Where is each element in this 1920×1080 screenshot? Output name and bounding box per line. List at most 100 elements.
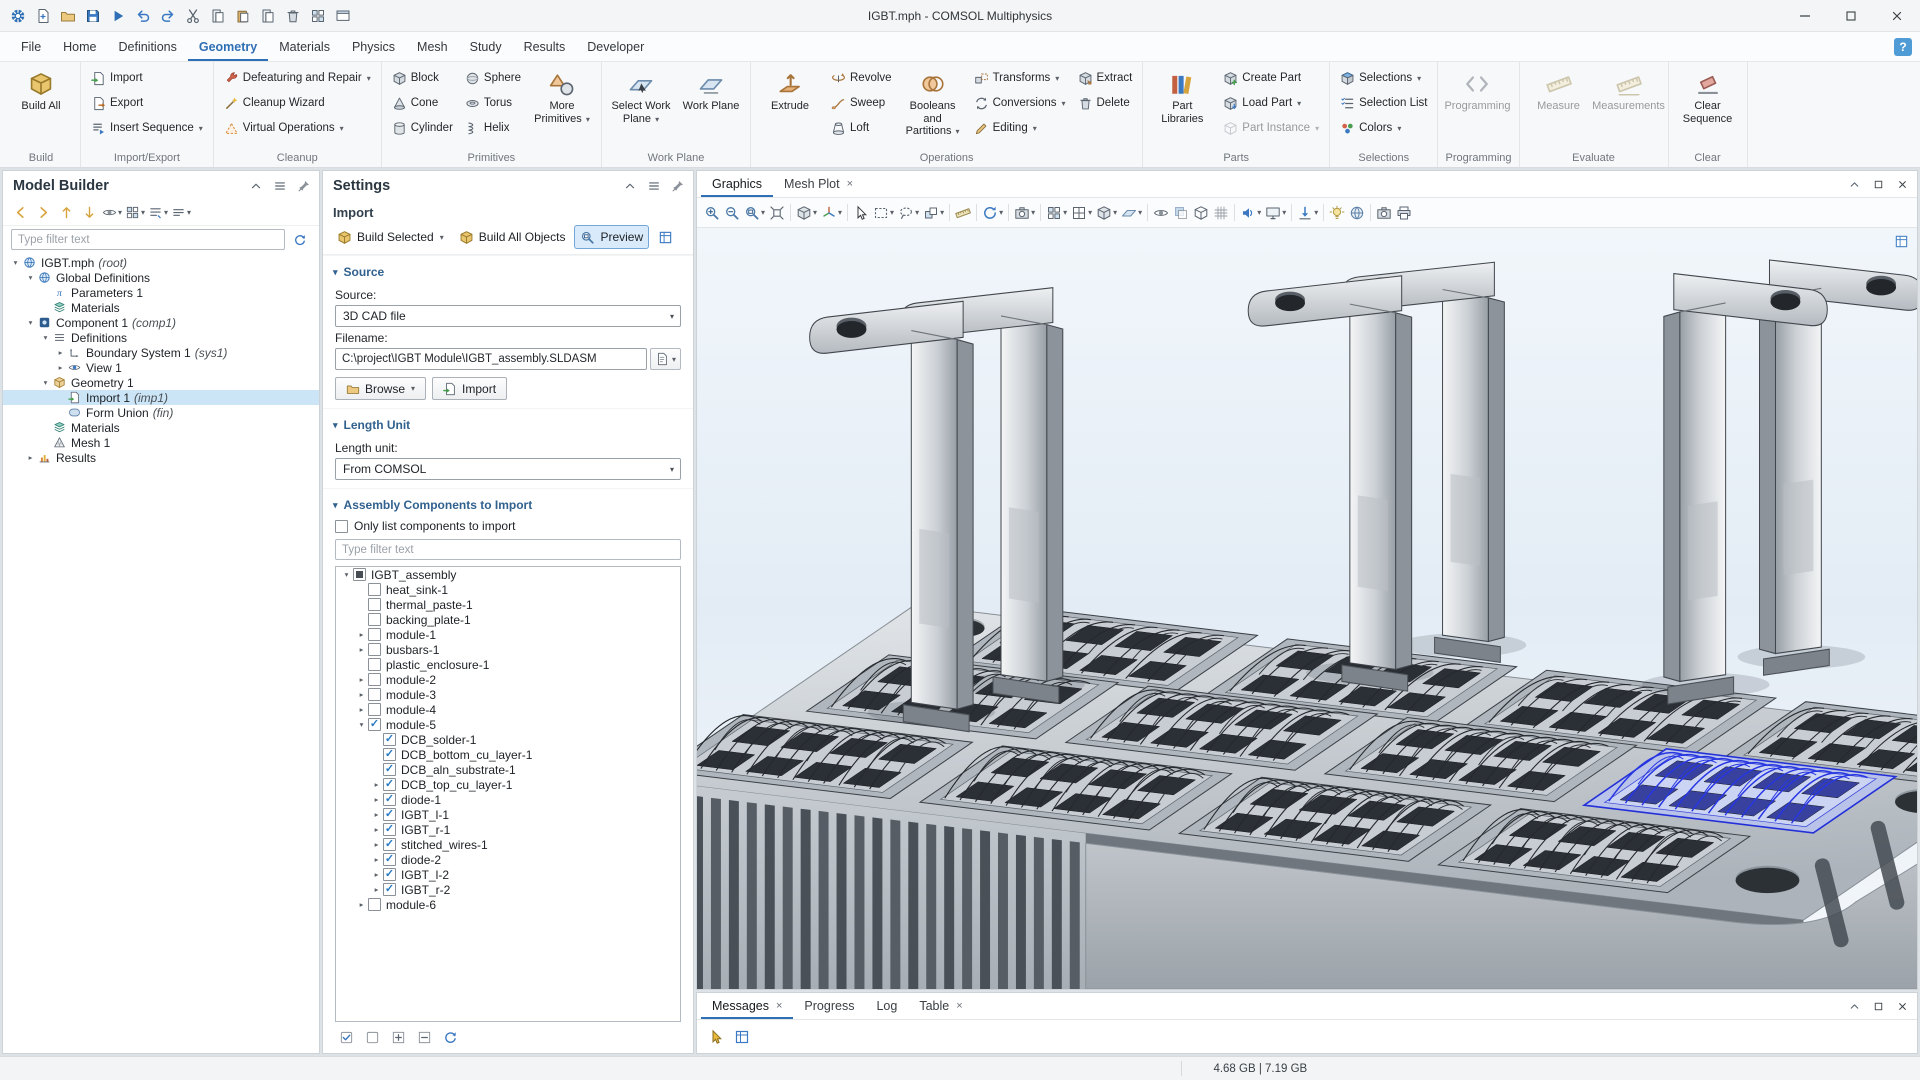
expander-icon[interactable]: ▸: [370, 795, 383, 804]
menu-tab-physics[interactable]: Physics: [341, 32, 406, 61]
refresh-list-button[interactable]: [439, 1027, 461, 1047]
assembly-item-igbt-assembly[interactable]: ▾IGBT_assembly: [336, 567, 680, 582]
clear-sequence-button[interactable]: Clear Sequence: [1674, 66, 1742, 144]
close-tab-icon[interactable]: ×: [776, 1000, 782, 1012]
checkbox[interactable]: [368, 643, 381, 656]
tree-item-geometry-1[interactable]: ▾Geometry 1: [3, 375, 319, 390]
copy-image-button[interactable]: ▾: [1012, 201, 1037, 225]
tab-log[interactable]: Log: [865, 993, 908, 1019]
select-tool-button[interactable]: [851, 201, 871, 225]
lasso-select-button[interactable]: ▾: [896, 201, 921, 225]
compute-button[interactable]: [106, 4, 130, 28]
node-options-button[interactable]: ▾: [147, 202, 169, 222]
help-icon[interactable]: ?: [1894, 38, 1912, 56]
nav-back-button[interactable]: [9, 202, 31, 222]
load-part-button[interactable]: Load Part▾: [1218, 91, 1324, 115]
collapse-head-button[interactable]: [245, 176, 267, 196]
import-button[interactable]: Import: [432, 377, 507, 400]
tree-item-igbt-mph[interactable]: ▾IGBT.mph(root): [3, 255, 319, 270]
measure-button[interactable]: [953, 201, 973, 225]
colors-button[interactable]: Colors▾: [1335, 116, 1432, 140]
collapse-panel-button[interactable]: [1843, 174, 1865, 194]
insert-sequence-button[interactable]: Insert Sequence▾: [86, 116, 208, 140]
cleanup-wizard-button[interactable]: Cleanup Wizard: [219, 91, 376, 115]
transparency-button[interactable]: [1171, 201, 1191, 225]
model-filter-input[interactable]: [11, 229, 285, 250]
checkbox[interactable]: [368, 673, 381, 686]
browse-button[interactable]: Browse▾: [335, 377, 426, 400]
expander-icon[interactable]: ▾: [39, 378, 52, 387]
booleans-and-partitions-button[interactable]: Booleans and Partitions ▾: [899, 66, 967, 144]
nav-forward-button[interactable]: [32, 202, 54, 222]
revolve-button[interactable]: Revolve: [826, 66, 897, 90]
source-select[interactable]: 3D CAD file▾: [335, 305, 681, 327]
length-unit-section-header[interactable]: ▾Length Unit: [323, 409, 693, 437]
checkbox[interactable]: [383, 883, 396, 896]
work-plane-button[interactable]: Work Plane: [677, 66, 745, 144]
tree-item-materials[interactable]: Materials: [3, 300, 319, 315]
delete-node-button[interactable]: [281, 4, 305, 28]
source-section-header[interactable]: ▾Source: [323, 256, 693, 284]
expander-icon[interactable]: ▾: [39, 333, 52, 342]
assembly-item-diode-1[interactable]: ▸diode-1: [336, 792, 680, 807]
tree-item-component-1[interactable]: ▾Component 1(comp1): [3, 315, 319, 330]
checkbox[interactable]: [353, 568, 366, 581]
move-up-button[interactable]: [55, 202, 77, 222]
expander-icon[interactable]: ▾: [24, 318, 37, 327]
close-tab-icon[interactable]: ×: [847, 178, 853, 190]
assembly-item-igbt-l-1[interactable]: ▸IGBT_l-1: [336, 807, 680, 822]
sound-button[interactable]: ▾: [1238, 201, 1263, 225]
checkbox[interactable]: [383, 733, 396, 746]
expander-icon[interactable]: ▾: [340, 570, 353, 579]
print-button[interactable]: [1394, 201, 1414, 225]
zoom-out-button[interactable]: [722, 201, 742, 225]
part-libraries-button[interactable]: Part Libraries: [1148, 66, 1216, 144]
checkbox[interactable]: [368, 703, 381, 716]
expander-icon[interactable]: ▸: [370, 810, 383, 819]
tree-item-global-definitions[interactable]: ▾Global Definitions: [3, 270, 319, 285]
checkbox[interactable]: [368, 718, 381, 731]
assembly-item-dcb-aln-substrate-1[interactable]: DCB_aln_substrate-1: [336, 762, 680, 777]
only-list-checkbox[interactable]: [335, 520, 348, 533]
measurements-button[interactable]: Measurements: [1595, 66, 1663, 144]
expander-icon[interactable]: ▸: [370, 780, 383, 789]
preview-options-button[interactable]: [652, 225, 679, 249]
tree-item-materials[interactable]: Materials: [3, 420, 319, 435]
assembly-item-dcb-bottom-cu-layer-1[interactable]: DCB_bottom_cu_layer-1: [336, 747, 680, 762]
adjacent-selection-button[interactable]: ▾: [921, 201, 946, 225]
block-button[interactable]: Block: [387, 66, 458, 90]
close-tab-icon[interactable]: ×: [956, 1000, 962, 1012]
table-config-button[interactable]: [731, 1027, 753, 1047]
checkbox[interactable]: [383, 778, 396, 791]
delete-button[interactable]: Delete: [1073, 91, 1138, 115]
show-options-button[interactable]: ▾: [101, 202, 123, 222]
assembly-section-header[interactable]: ▾Assembly Components to Import: [323, 489, 693, 517]
expander-icon[interactable]: ▾: [9, 258, 22, 267]
assembly-item-plastic-enclosure-1[interactable]: plastic_enclosure-1: [336, 657, 680, 672]
zoom-in-button[interactable]: [702, 201, 722, 225]
expander-icon[interactable]: ▸: [370, 870, 383, 879]
box-select-button[interactable]: ▾: [871, 201, 896, 225]
reset-desktop-button[interactable]: [331, 4, 355, 28]
extract-button[interactable]: Extract: [1073, 66, 1138, 90]
expand-list-button[interactable]: [387, 1027, 409, 1047]
show-hide-objects-button[interactable]: [1151, 201, 1171, 225]
import-button[interactable]: Import: [86, 66, 208, 90]
expander-icon[interactable]: ▸: [24, 453, 37, 462]
checkbox[interactable]: [368, 658, 381, 671]
assembly-item-stitched-wires-1[interactable]: ▸stitched_wires-1: [336, 837, 680, 852]
assembly-item-igbt-r-1[interactable]: ▸IGBT_r-1: [336, 822, 680, 837]
tab-mesh-plot[interactable]: Mesh Plot×: [773, 171, 864, 197]
transforms-button[interactable]: Transforms▾: [969, 66, 1071, 90]
environment-button[interactable]: [1347, 201, 1367, 225]
expander-icon[interactable]: ▾: [355, 720, 368, 729]
checkbox[interactable]: [383, 823, 396, 836]
menu-tab-developer[interactable]: Developer: [576, 32, 655, 61]
pointer-msg-button[interactable]: [705, 1027, 727, 1047]
helix-button[interactable]: Helix: [460, 116, 526, 140]
sweep-button[interactable]: Sweep: [826, 91, 897, 115]
expander-icon[interactable]: ▾: [24, 273, 37, 282]
checkbox[interactable]: [368, 628, 381, 641]
select-work-plane-button[interactable]: Select Work Plane ▾: [607, 66, 675, 144]
view-1-button[interactable]: ▾: [1044, 201, 1069, 225]
